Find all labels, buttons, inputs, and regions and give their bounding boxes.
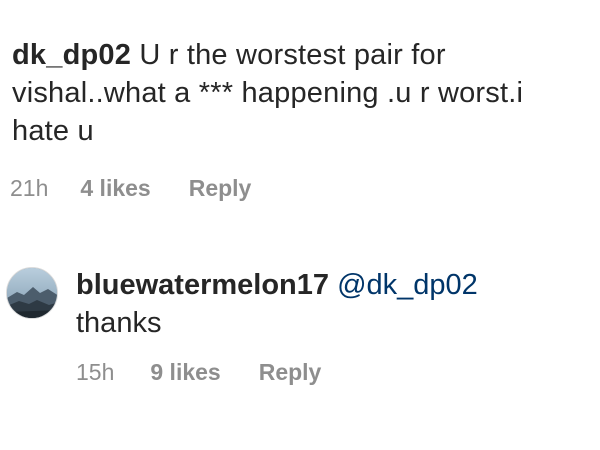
reply-time[interactable]: 15h xyxy=(76,358,114,386)
comment: dk_dp02 U r the worstest pair for vishal… xyxy=(12,36,572,150)
comment-likes[interactable]: 4 likes xyxy=(80,174,150,202)
reply-meta: 15h 9 likes Reply xyxy=(76,358,321,386)
comment-meta: 21h 4 likes Reply xyxy=(10,174,251,202)
comment-reply-button[interactable]: Reply xyxy=(189,174,252,202)
comments-thread: dk_dp02 U r the worstest pair for vishal… xyxy=(0,0,600,450)
reply-text: thanks xyxy=(76,307,162,339)
comment-username[interactable]: dk_dp02 xyxy=(12,39,131,71)
avatar-landscape-photo-icon xyxy=(7,268,57,318)
reply-likes[interactable]: 9 likes xyxy=(150,358,220,386)
reply-reply-button[interactable]: Reply xyxy=(259,358,322,386)
comment-time[interactable]: 21h xyxy=(10,174,48,202)
avatar[interactable] xyxy=(6,267,58,319)
reply-content: bluewatermelon17 @dk_dp02 thanks xyxy=(76,266,586,342)
reply-mention-link[interactable]: @dk_dp02 xyxy=(337,269,478,301)
reply-username[interactable]: bluewatermelon17 xyxy=(76,269,329,301)
